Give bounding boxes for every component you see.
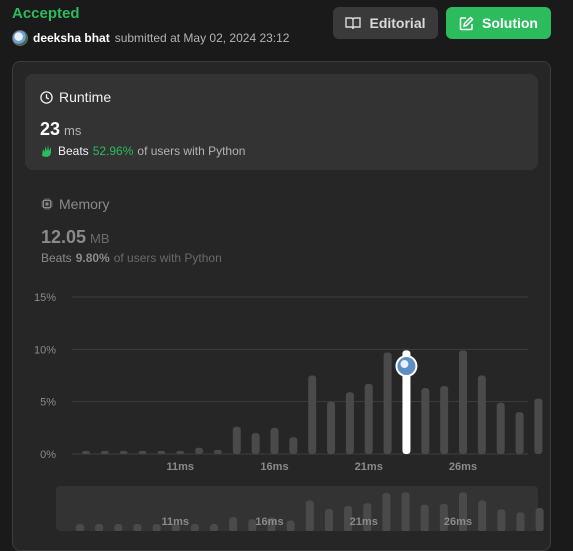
navigator-bar <box>152 523 161 531</box>
y-tick-label: 5% <box>40 397 56 409</box>
chart-bar[interactable] <box>138 450 147 454</box>
chart-bar[interactable] <box>515 412 524 454</box>
navigator-bar <box>382 493 391 531</box>
chart-bar[interactable] <box>176 450 185 454</box>
chart-bar[interactable] <box>289 437 298 454</box>
chart-bar[interactable] <box>195 447 204 454</box>
navigator-bar <box>133 523 142 531</box>
chart-bar[interactable] <box>477 375 486 455</box>
runtime-distribution-chart: 15% 10% 5% 0% 11ms 16ms 21ms 26ms 11ms 16ms 21ms 26… <box>34 292 544 531</box>
y-tick-label: 0% <box>40 449 56 461</box>
chart-bar[interactable] <box>534 398 543 454</box>
chart-bar[interactable] <box>82 450 90 454</box>
chart-bar[interactable] <box>459 350 467 454</box>
x-tick-label: 11ms <box>166 461 194 473</box>
navigator-bar <box>420 504 429 531</box>
selected-avatar-highlight <box>400 360 409 369</box>
x-tick-label: 26ms <box>449 461 477 473</box>
navigator-bar <box>497 509 506 531</box>
chart-bar[interactable] <box>421 388 430 454</box>
navigator-bar <box>516 512 525 531</box>
chart-bar[interactable] <box>100 450 109 454</box>
chart-bar[interactable] <box>440 385 449 454</box>
navigator-bar <box>76 523 84 531</box>
chart-bar[interactable] <box>251 433 260 454</box>
navigator-bar <box>401 492 410 531</box>
x-tick-label: 16ms <box>260 461 288 473</box>
chart-bar[interactable] <box>232 426 241 454</box>
chart-bar[interactable] <box>345 392 354 454</box>
navigator-tick-label: 21ms <box>350 516 378 528</box>
chart-bar[interactable] <box>270 427 279 454</box>
chart-bar[interactable] <box>308 375 317 455</box>
chart-bar[interactable] <box>364 383 373 454</box>
navigator-bar <box>210 523 219 531</box>
chart-bar[interactable] <box>157 450 166 454</box>
navigator-bar <box>535 507 544 531</box>
chart-bar[interactable] <box>383 352 392 454</box>
x-tick-label: 21ms <box>355 461 383 473</box>
navigator-tick-label: 26ms <box>444 516 472 528</box>
navigator-bar <box>478 500 487 531</box>
navigator-bar <box>305 500 314 531</box>
chart-bar[interactable] <box>496 402 505 454</box>
navigator-bar <box>190 523 199 531</box>
navigator-bar <box>324 509 333 531</box>
chart-bar[interactable] <box>119 450 128 454</box>
navigator-bar <box>286 520 295 531</box>
chart-bar[interactable] <box>213 449 222 454</box>
chart-bar[interactable] <box>327 401 336 454</box>
navigator-tick-label: 16ms <box>255 516 283 528</box>
navigator-tick-label: 11ms <box>161 516 189 528</box>
navigator-bar <box>229 517 238 531</box>
navigator-bar <box>95 523 104 531</box>
navigator-bar <box>114 523 123 531</box>
y-tick-label: 15% <box>34 292 56 304</box>
y-tick-label: 10% <box>34 344 56 356</box>
